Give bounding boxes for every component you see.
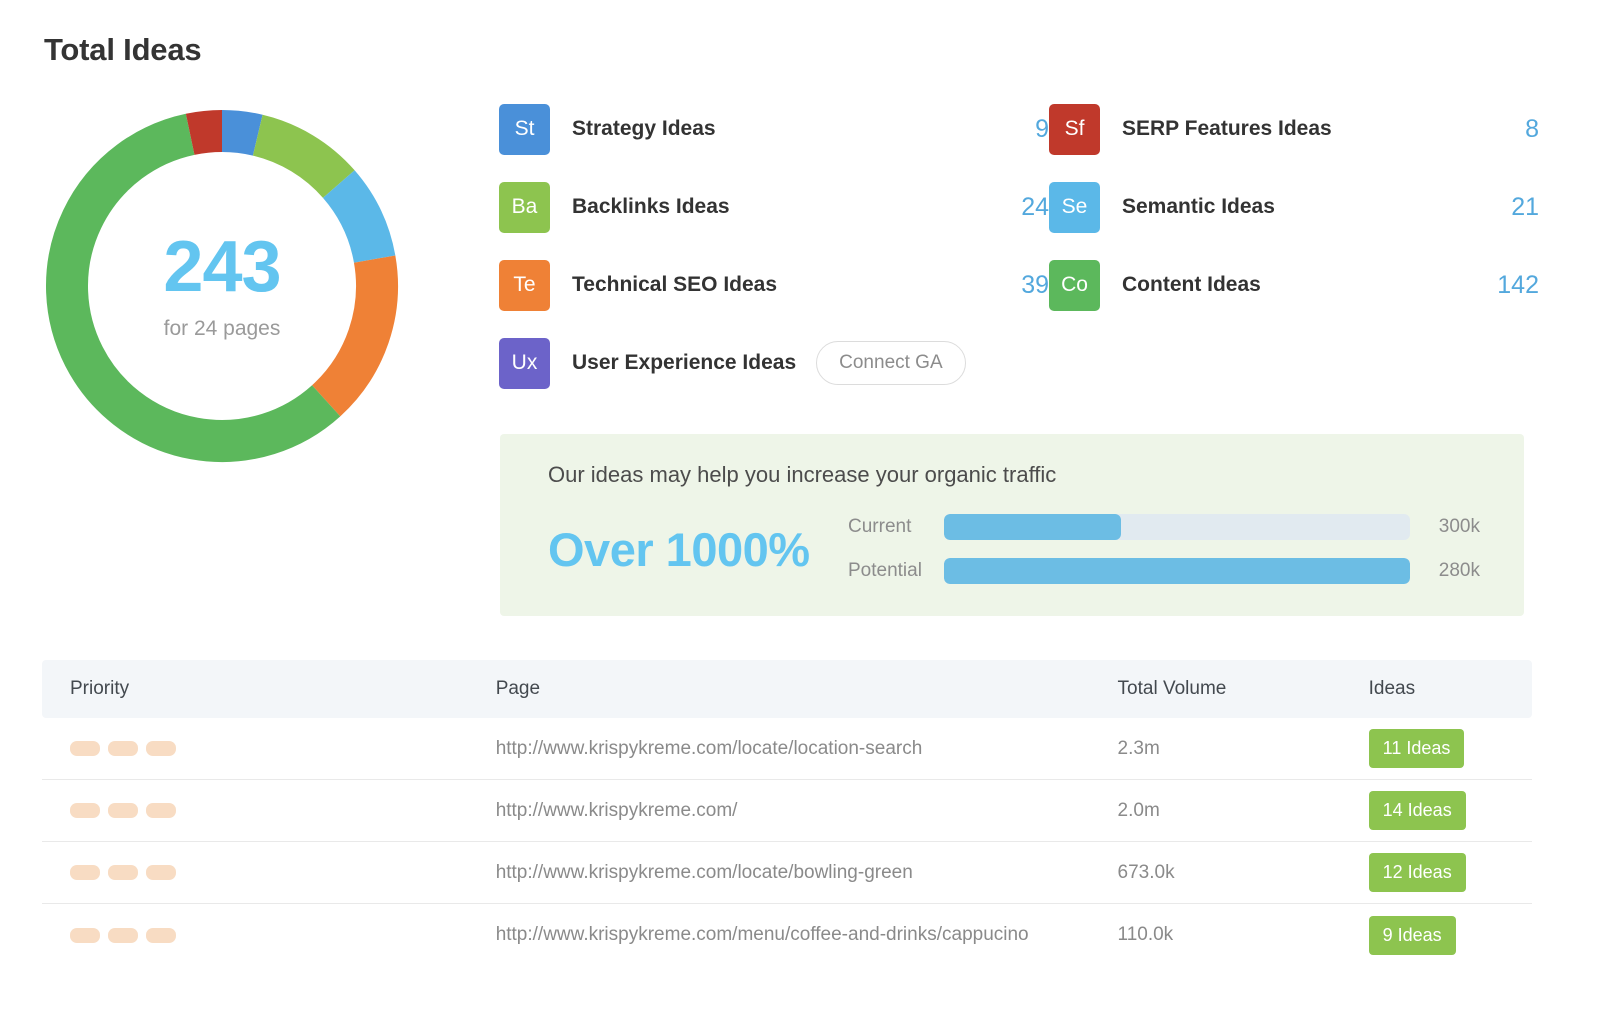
legend-value: 9: [1035, 115, 1049, 144]
organic-traffic-panel: Our ideas may help you increase your org…: [500, 434, 1524, 616]
legend-tile-icon: Se: [1049, 182, 1100, 233]
priority-pills: [70, 803, 496, 818]
column-header-total-volume[interactable]: Total Volume: [1118, 678, 1369, 700]
legend-tile-icon: Ux: [499, 338, 550, 389]
legend-label: User Experience Ideas: [572, 351, 796, 375]
traffic-bar-row: Potential 280k: [848, 554, 1480, 588]
legend-label: Semantic Ideas: [1122, 195, 1275, 219]
legend-row[interactable]: Te Technical SEO Ideas 39: [499, 260, 1049, 310]
ideas-cell: 11 Ideas: [1369, 729, 1504, 768]
legend-value: 21: [1511, 193, 1539, 222]
table-row[interactable]: http://www.krispykreme.com/menu/coffee-a…: [42, 904, 1532, 966]
donut-subtitle: for 24 pages: [164, 317, 281, 341]
donut-center-labels: 243 for 24 pages: [42, 106, 402, 466]
legend-label: Technical SEO Ideas: [572, 273, 777, 297]
legend-label: Strategy Ideas: [572, 117, 716, 141]
total-volume-value: 673.0k: [1118, 862, 1369, 884]
traffic-bar-fill: [944, 558, 1410, 584]
traffic-bar-label: Potential: [848, 560, 944, 582]
priority-indicator: [70, 803, 496, 818]
priority-pill: [146, 741, 176, 756]
priority-pill: [70, 865, 100, 880]
priority-pills: [70, 928, 496, 943]
legend-tile-icon: Co: [1049, 260, 1100, 311]
legend-value: 39: [1021, 271, 1049, 300]
legend-label: SERP Features Ideas: [1122, 117, 1332, 141]
priority-pills: [70, 741, 496, 756]
connect-ga-button[interactable]: Connect GA: [816, 341, 966, 385]
priority-indicator: [70, 741, 496, 756]
priority-pill: [108, 803, 138, 818]
ideas-donut-chart: 243 for 24 pages: [42, 106, 402, 466]
total-volume-value: 110.0k: [1118, 924, 1369, 946]
legend-row[interactable]: Sf SERP Features Ideas 8: [1049, 104, 1539, 154]
traffic-bar-row: Current 300k: [848, 510, 1480, 544]
legend-label: Content Ideas: [1122, 273, 1261, 297]
priority-indicator: [70, 865, 496, 880]
ideas-count-badge[interactable]: 11 Ideas: [1369, 729, 1465, 768]
page-url[interactable]: http://www.krispykreme.com/locate/bowlin…: [496, 862, 1118, 884]
legend-row[interactable]: St Strategy Ideas 9: [499, 104, 1049, 154]
priority-pill: [70, 803, 100, 818]
ideas-cell: 12 Ideas: [1369, 853, 1504, 892]
legend-column-left: StStrategy Ideas9BaBacklinks Ideas24TeTe…: [499, 104, 1049, 416]
legend-tile-icon: Te: [499, 260, 550, 311]
priority-pill: [108, 865, 138, 880]
priority-pill: [146, 803, 176, 818]
legend-value: 8: [1525, 115, 1539, 144]
legend-row[interactable]: Co Content Ideas 142: [1049, 260, 1539, 310]
traffic-bar-value: 300k: [1410, 516, 1480, 538]
page-url[interactable]: http://www.krispykreme.com/menu/coffee-a…: [496, 924, 1118, 946]
traffic-bars: Current 300k Potential 280k: [848, 510, 1480, 588]
priority-indicator: [70, 928, 496, 943]
legend-row[interactable]: Ux User Experience Ideas Connect GA: [499, 338, 1049, 388]
donut-total-value: 243: [163, 231, 280, 303]
legend-tile-icon: St: [499, 104, 550, 155]
ideas-count-badge[interactable]: 9 Ideas: [1369, 916, 1456, 955]
priority-pills: [70, 865, 496, 880]
column-header-priority[interactable]: Priority: [70, 678, 496, 700]
priority-pill: [146, 928, 176, 943]
table-row[interactable]: http://www.krispykreme.com/locate/bowlin…: [42, 842, 1532, 904]
pages-table: Priority Page Total Volume Ideas http://…: [42, 660, 1532, 966]
table-row[interactable]: http://www.krispykreme.com/2.0m14 Ideas: [42, 780, 1532, 842]
traffic-bar-track: [944, 514, 1410, 540]
priority-pill: [108, 741, 138, 756]
table-row[interactable]: http://www.krispykreme.com/locate/locati…: [42, 718, 1532, 780]
page-url[interactable]: http://www.krispykreme.com/locate/locati…: [496, 738, 1118, 760]
traffic-increase-percent: Over 1000%: [548, 522, 848, 577]
legend-label: Backlinks Ideas: [572, 195, 730, 219]
legend-row[interactable]: Se Semantic Ideas 21: [1049, 182, 1539, 232]
traffic-bar-track: [944, 558, 1410, 584]
legend-value: 142: [1497, 271, 1539, 300]
column-header-page[interactable]: Page: [496, 678, 1118, 700]
legend-row[interactable]: Ba Backlinks Ideas 24: [499, 182, 1049, 232]
page-title: Total Ideas: [44, 32, 201, 68]
table-body: http://www.krispykreme.com/locate/locati…: [42, 718, 1532, 966]
legend-column-right: Sf SERP Features Ideas 8 Se Semantic Ideas 21…: [1049, 104, 1539, 416]
priority-pill: [70, 928, 100, 943]
traffic-bar-value: 280k: [1410, 560, 1480, 582]
traffic-bar-label: Current: [848, 516, 944, 538]
legend-tile-icon: Sf: [1049, 104, 1100, 155]
traffic-bar-fill: [944, 514, 1121, 540]
total-ideas-dashboard: Total Ideas 243 for 24 pages St Strategy …: [0, 0, 1600, 1009]
legend-value: 24: [1021, 193, 1049, 222]
page-url[interactable]: http://www.krispykreme.com/: [496, 800, 1118, 822]
priority-pill: [70, 741, 100, 756]
ideas-cell: 14 Ideas: [1369, 791, 1504, 830]
ideas-cell: 9 Ideas: [1369, 916, 1504, 955]
ideas-count-badge[interactable]: 12 Ideas: [1369, 853, 1466, 892]
column-header-ideas[interactable]: Ideas: [1369, 678, 1504, 700]
total-volume-value: 2.0m: [1118, 800, 1369, 822]
legend-tile-icon: Ba: [499, 182, 550, 233]
total-volume-value: 2.3m: [1118, 738, 1369, 760]
table-header-row: Priority Page Total Volume Ideas: [42, 660, 1532, 718]
ideas-count-badge[interactable]: 14 Ideas: [1369, 791, 1466, 830]
priority-pill: [146, 865, 176, 880]
traffic-heading: Our ideas may help you increase your org…: [548, 462, 1480, 488]
ideas-legend: StStrategy Ideas9BaBacklinks Ideas24TeTe…: [499, 104, 1539, 416]
priority-pill: [108, 928, 138, 943]
